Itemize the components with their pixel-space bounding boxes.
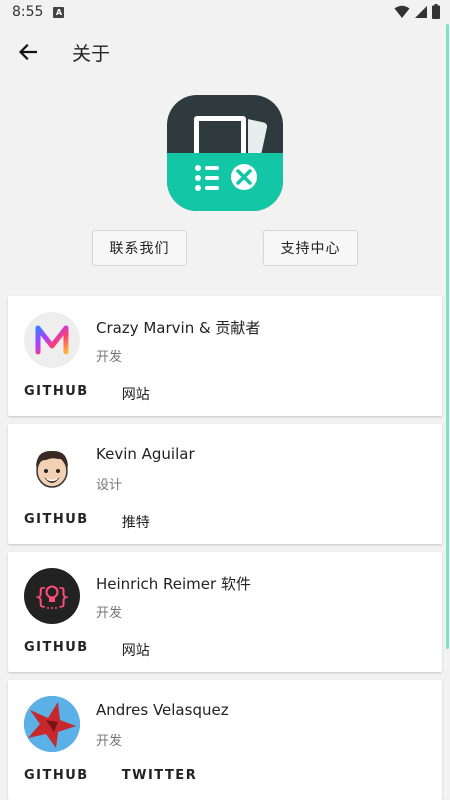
crazy-marvin-avatar — [24, 312, 80, 368]
andres-velasquez-avatar — [24, 696, 80, 752]
contributor-role: 设计 — [96, 478, 123, 493]
battery-icon — [432, 4, 440, 19]
card-actions: GITHUB 网站 — [24, 384, 183, 404]
card-actions: GITHUB 推特 — [24, 512, 183, 532]
contributor-name: Kevin Aguilar — [96, 445, 195, 463]
github-link[interactable]: GITHUB — [24, 384, 89, 404]
website-link[interactable]: 网站 — [122, 384, 150, 404]
app-logo-icon — [167, 95, 283, 211]
red-star-icon — [24, 696, 80, 752]
arrow-left-icon — [19, 44, 37, 60]
svg-text:}: } — [57, 585, 70, 610]
card-actions: GITHUB TWITTER — [24, 768, 230, 783]
twitter-link[interactable]: 推特 — [122, 512, 150, 532]
contact-us-button[interactable]: 联系我们 — [92, 230, 187, 266]
kevin-aguilar-avatar — [24, 440, 80, 496]
contributor-name: Crazy Marvin & 贡献者 — [96, 319, 261, 337]
contributor-role: 开发 — [96, 734, 123, 749]
back-button[interactable] — [0, 24, 56, 80]
status-bar: 8:55 A — [0, 0, 450, 24]
contributor-card-kevin-aguilar: Kevin Aguilar 设计 GITHUB 推特 — [8, 424, 442, 544]
contributor-card-heinrich-reimer: { } Heinrich Reimer 软件 开发 GITHUB 网站 — [8, 552, 442, 672]
github-link[interactable]: GITHUB — [24, 512, 89, 532]
signal-icon — [415, 5, 427, 18]
contributor-role: 开发 — [96, 350, 123, 365]
github-link[interactable]: GITHUB — [24, 640, 89, 660]
github-link[interactable]: GITHUB — [24, 768, 89, 783]
contributor-name: Heinrich Reimer 软件 — [96, 575, 251, 593]
about-header: 联系我们 支持中心 — [0, 80, 450, 280]
page-title: 关于 — [72, 42, 111, 65]
app-bar: 关于 — [0, 24, 450, 80]
support-center-button[interactable]: 支持中心 — [263, 230, 358, 266]
m-logo-icon — [35, 325, 69, 355]
braces-lightbulb-icon: { } — [34, 585, 70, 610]
svg-text:{: { — [34, 585, 47, 610]
contributor-name: Andres Velasquez — [96, 701, 229, 719]
status-time: 8:55 — [12, 4, 44, 20]
heinrich-reimer-avatar: { } — [24, 568, 80, 624]
wifi-icon — [394, 5, 410, 18]
contributor-card-andres-velasquez: Andres Velasquez 开发 GITHUB TWITTER — [8, 680, 442, 800]
contributor-card-crazy-marvin: Crazy Marvin & 贡献者 开发 GITHUB 网站 — [8, 296, 442, 416]
website-link[interactable]: 网站 — [122, 640, 150, 660]
contributor-role: 开发 — [96, 606, 123, 621]
notification-a-icon: A — [53, 6, 65, 18]
cartoon-face-icon — [36, 450, 68, 488]
twitter-link[interactable]: TWITTER — [122, 768, 197, 783]
card-actions: GITHUB 网站 — [24, 640, 183, 660]
status-icons — [394, 4, 440, 19]
